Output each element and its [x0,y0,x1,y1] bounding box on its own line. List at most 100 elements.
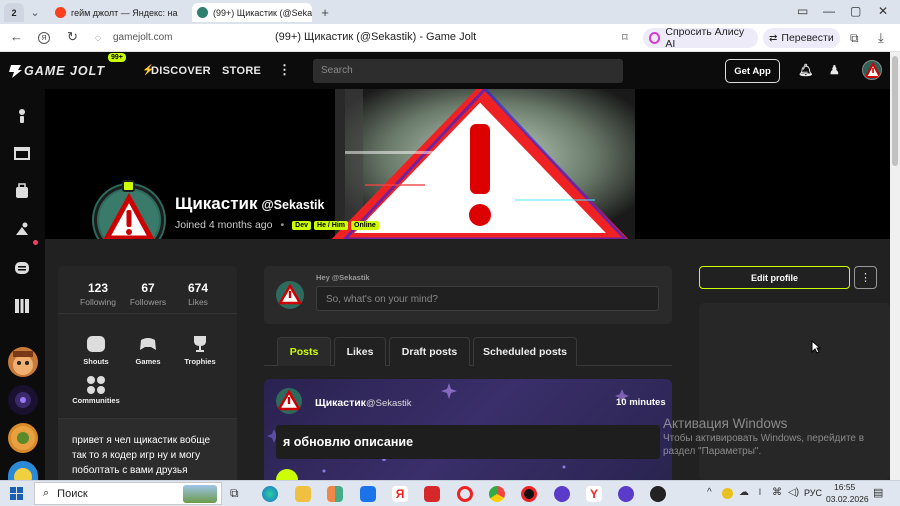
gamejolt-favicon-icon [197,7,208,18]
profile-display-name: Щикастик [175,194,258,213]
get-app-button[interactable]: Get App [725,59,780,83]
search-input[interactable]: Search [313,59,623,83]
windows-activation-line2: раздел "Параметры". [663,446,762,457]
page-scrollbar[interactable] [890,52,900,480]
tab-draft-posts[interactable]: Draft posts [389,337,470,366]
wps-office-icon[interactable] [424,486,440,502]
home-icon[interactable] [11,105,33,127]
site-info-icon[interactable]: ◌ [95,32,101,46]
tray-cloud-icon[interactable]: ☁ [739,487,749,498]
trophy-icon[interactable] [191,335,209,353]
tray-network-icon[interactable]: ⌘ [772,487,782,498]
back-icon[interactable]: ← [10,30,23,44]
followers-count[interactable]: 67 [123,281,173,295]
tab-label: (99+) Щикастик (@Seka [213,7,312,18]
notifications-bell-icon[interactable]: 🔔︎ [798,63,814,77]
scrollbar-thumb[interactable] [892,56,898,166]
more-menu-icon[interactable]: ⋮ [278,62,291,78]
yandex-app-icon[interactable]: Y [586,486,602,502]
library-icon[interactable] [11,295,33,317]
app-purple-2-icon[interactable] [618,486,634,502]
clock-date[interactable]: 03.02.2026 [826,494,869,504]
communities-link[interactable]: Communities [71,396,121,405]
windows-start-icon[interactable] [10,487,24,501]
shouts-icon[interactable] [87,336,105,352]
community-avatar-2[interactable] [8,385,38,415]
downloads-icon[interactable]: ⤓ [878,31,884,45]
profile-banner [45,89,890,239]
edge-icon[interactable] [262,486,278,502]
bookmark-icon[interactable]: ▭ [797,4,808,18]
recorder-icon[interactable] [521,486,537,502]
likes-count[interactable]: 674 [173,281,223,295]
community-avatar-1[interactable] [8,347,38,377]
games-icon[interactable] [139,336,157,352]
tray-mic-icon[interactable]: ⏽ [756,487,764,498]
user-avatar[interactable] [862,60,882,80]
yandex-browser-icon[interactable]: Я [392,486,408,502]
games-link[interactable]: Games [123,357,173,366]
alice-button[interactable]: Спросить Алису AI [643,26,758,50]
close-window-icon[interactable]: ✕ [878,4,888,18]
inventory-icon[interactable] [11,180,33,202]
post-card[interactable]: Щикастик @Sekastik 10 minutes я обновлю … [264,379,672,480]
tag-pronouns: He / Him [314,220,349,230]
store-icon[interactable] [11,142,33,164]
new-tab-button[interactable]: + [316,3,334,22]
trophies-link[interactable]: Trophies [175,357,225,366]
friends-icon[interactable]: ♟ [829,63,840,77]
tabs-chevron-icon[interactable]: ⌄ [28,3,42,22]
language-indicator[interactable]: РУС [804,488,822,498]
translate-icon: ⇄ [769,32,778,44]
tab-likes[interactable]: Likes [334,337,386,366]
composer-greeting: Hey @Sekastik [316,273,370,282]
bio-box: привет я чел щикастик вобще так то я код… [58,418,237,480]
tab-scheduled-posts[interactable]: Scheduled posts [473,337,577,366]
obs-icon[interactable] [650,486,666,502]
store-link[interactable]: STORE [222,65,261,77]
tray-chevron-icon[interactable]: ^ [707,487,712,498]
tab-posts[interactable]: Posts [277,337,331,366]
chat-icon[interactable] [11,257,33,279]
chrome-icon[interactable] [489,486,505,502]
tag-dev: Dev [292,220,312,230]
post-author-avatar[interactable] [276,388,302,414]
discover-link[interactable]: DISCOVER [151,65,211,77]
mail-icon[interactable] [360,486,376,502]
minimize-icon[interactable]: — [823,4,835,18]
store-app-icon[interactable] [327,486,343,502]
reload-icon[interactable]: ↻ [67,30,78,44]
followers-label: Followers [129,297,167,307]
profile-more-options-icon[interactable]: ⋮ [854,266,877,289]
tray-app-icon[interactable] [722,488,733,499]
page-title: (99+) Щикастик (@Sekastik) - Game Jolt [275,31,477,43]
translate-button[interactable]: ⇄ Перевести [763,28,840,48]
opera-icon[interactable] [457,486,473,502]
maximize-icon[interactable]: ▢ [850,4,861,18]
community-avatar-3[interactable] [8,423,38,453]
taskbar-search-box[interactable]: ⌕ Поиск [34,482,222,505]
notification-count-badge: 99+ [108,53,126,62]
following-count[interactable]: 123 [73,281,123,295]
bookmark-page-icon[interactable]: ⌑ [622,31,628,45]
yandex-home-icon[interactable]: Я [38,32,50,44]
url-text[interactable]: gamejolt.com [113,32,172,43]
app-purple-icon[interactable] [554,486,570,502]
action-center-icon[interactable]: ▤ [873,486,883,499]
shouts-link[interactable]: Shouts [71,357,121,366]
composer-input[interactable]: So, what's on your mind? [316,286,659,311]
creator-icon[interactable] [11,218,33,240]
tray-volume-icon[interactable]: ◁) [788,487,799,498]
post-author-username[interactable]: @Sekastik [366,398,412,409]
post-author-name[interactable]: Щикастик [315,397,366,409]
task-view-icon[interactable]: ⧉ [230,486,246,502]
tab-gamejolt[interactable]: (99+) Щикастик (@Seka ✕ [192,3,312,22]
edit-profile-button[interactable]: Edit profile [699,266,850,289]
gamejolt-logo-text[interactable]: GAME JOLT [24,64,105,78]
tab-yandex[interactable]: гейм джолт — Яндекс: на [50,3,190,22]
clock-time[interactable]: 16:55 [834,482,855,492]
extensions-icon[interactable]: ⧉ [850,31,859,45]
communities-icon[interactable] [86,375,106,395]
file-explorer-icon[interactable] [295,486,311,502]
tab-counter[interactable]: 2 [4,3,24,22]
